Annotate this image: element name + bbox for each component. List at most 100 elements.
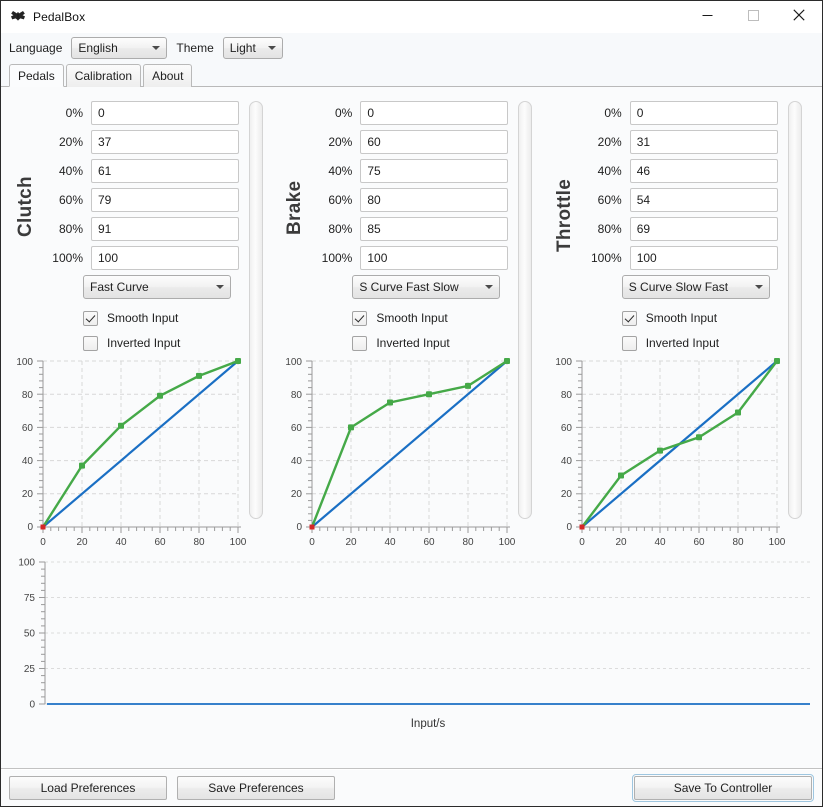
title-bar-left: PedalBox [1,9,85,25]
brake-inverted-input-label: Inverted Input [376,336,450,350]
svg-text:80: 80 [561,390,573,401]
minimize-button[interactable] [684,1,730,32]
tab-about[interactable]: About [143,64,193,87]
tab-calibration[interactable]: Calibration [65,64,142,87]
throttle-value-80[interactable] [629,217,778,241]
load-preferences-button[interactable]: Load Preferences [9,775,167,800]
clutch-value-80[interactable] [91,217,239,241]
brake-value-40[interactable] [360,159,509,183]
field-row: 100% [540,246,780,270]
field-percent-label: 60% [597,193,622,207]
svg-text:100: 100 [768,537,785,548]
brake-curve-select[interactable]: S Curve Fast Slow [352,275,501,299]
save-preferences-button[interactable]: Save Preferences [177,775,335,800]
brake-curve-value: S Curve Fast Slow [359,280,459,294]
svg-text:40: 40 [22,456,34,467]
field-row: 20% [540,130,780,154]
language-select[interactable]: English [71,36,168,59]
chevron-down-icon [152,45,161,50]
svg-text:20: 20 [22,489,34,500]
field-row: 80% [540,217,780,241]
field-percent-label: 20% [328,135,353,149]
pedal-fields-throttle: 0% 20% 40% 60% [540,101,780,357]
field-percent-label: 80% [58,222,83,236]
smooth-input-row: Smooth Input [540,307,780,329]
tab-pedals[interactable]: Pedals [9,64,64,87]
brake-value-80[interactable] [360,217,509,241]
field-row: 100% [270,246,510,270]
field-percent-label: 0% [335,106,353,120]
svg-text:80: 80 [732,537,744,548]
moth-icon [10,9,26,25]
field-percent-label: 0% [604,106,622,120]
svg-text:20: 20 [76,537,88,548]
clutch-value-0[interactable] [91,101,239,125]
field-percent-label: 0% [65,106,83,120]
window-title: PedalBox [33,9,86,24]
svg-text:40: 40 [115,537,127,548]
brake-value-60[interactable] [360,188,509,212]
brake-value-20[interactable] [360,130,509,154]
window-controls [684,1,822,32]
curve-row: Fast Curve [1,275,241,299]
svg-text:80: 80 [22,390,34,401]
field-percent-label: 60% [58,193,83,207]
svg-text:80: 80 [291,390,303,401]
field-percent-label: 40% [58,164,83,178]
field-row: 40% [270,159,510,183]
throttle-value-20[interactable] [629,130,778,154]
svg-text:80: 80 [463,537,475,548]
clutch-value-100[interactable] [91,246,239,270]
clutch-curve-select[interactable]: Fast Curve [83,275,231,299]
field-row: 0% [540,101,780,125]
svg-text:60: 60 [424,537,436,548]
throttle-smooth-input-checkbox[interactable] [621,310,637,326]
field-row: 80% [270,217,510,241]
maximize-button[interactable] [730,1,776,32]
clutch-value-40[interactable] [91,159,239,183]
svg-text:0: 0 [27,522,33,533]
field-percent-label: 40% [328,164,353,178]
series-linear-reference [311,360,509,528]
throttle-inverted-input-label: Inverted Input [645,336,720,350]
brake-value-100[interactable] [360,246,509,270]
language-select-value: English [78,40,118,55]
svg-text:60: 60 [291,423,303,434]
theme-select[interactable]: Light [222,36,283,59]
close-button[interactable] [776,1,822,32]
clutch-value-20[interactable] [91,130,239,154]
svg-text:40: 40 [291,456,303,467]
clutch-value-60[interactable] [91,188,239,212]
footer-bar: Load Preferences Save Preferences Save T… [1,768,822,806]
field-percent-label: 80% [597,222,622,236]
throttle-value-100[interactable] [629,246,778,270]
clutch-smooth-input-checkbox[interactable] [83,310,98,326]
field-percent-label: 60% [328,193,353,207]
throttle-value-0[interactable] [629,101,778,125]
field-row: 0% [1,101,241,125]
pedal-columns: Clutch 0% 20% 40% 60% [1,87,822,549]
throttle-curve-select[interactable]: S Curve Slow Fast [621,275,770,299]
brake-value-0[interactable] [360,101,509,125]
throttle-curve-value: S Curve Slow Fast [628,280,729,294]
field-row: 60% [1,188,241,212]
field-row: 0% [270,101,510,125]
svg-text:100: 100 [555,357,572,368]
throttle-value-40[interactable] [629,159,778,183]
brake-smooth-input-checkbox[interactable] [352,310,368,326]
svg-text:100: 100 [230,537,247,548]
throttle-curve-chart: 0 20 40 60 80 100 0 20 40 60 80 100 [540,349,822,549]
pedal-column-clutch: Clutch 0% 20% 40% 60% [1,87,270,549]
save-to-controller-button[interactable]: Save To Controller [632,773,814,802]
svg-text:20: 20 [615,537,627,548]
save-preferences-label: Save Preferences [208,780,304,795]
field-percent-label: 20% [597,135,622,149]
clutch-smooth-input-label: Smooth Input [107,311,179,325]
field-percent-label: 20% [58,135,83,149]
svg-text:60: 60 [154,537,166,548]
chevron-down-icon [754,285,763,289]
svg-text:80: 80 [193,537,205,548]
svg-text:60: 60 [693,537,705,548]
throttle-value-60[interactable] [629,188,778,212]
